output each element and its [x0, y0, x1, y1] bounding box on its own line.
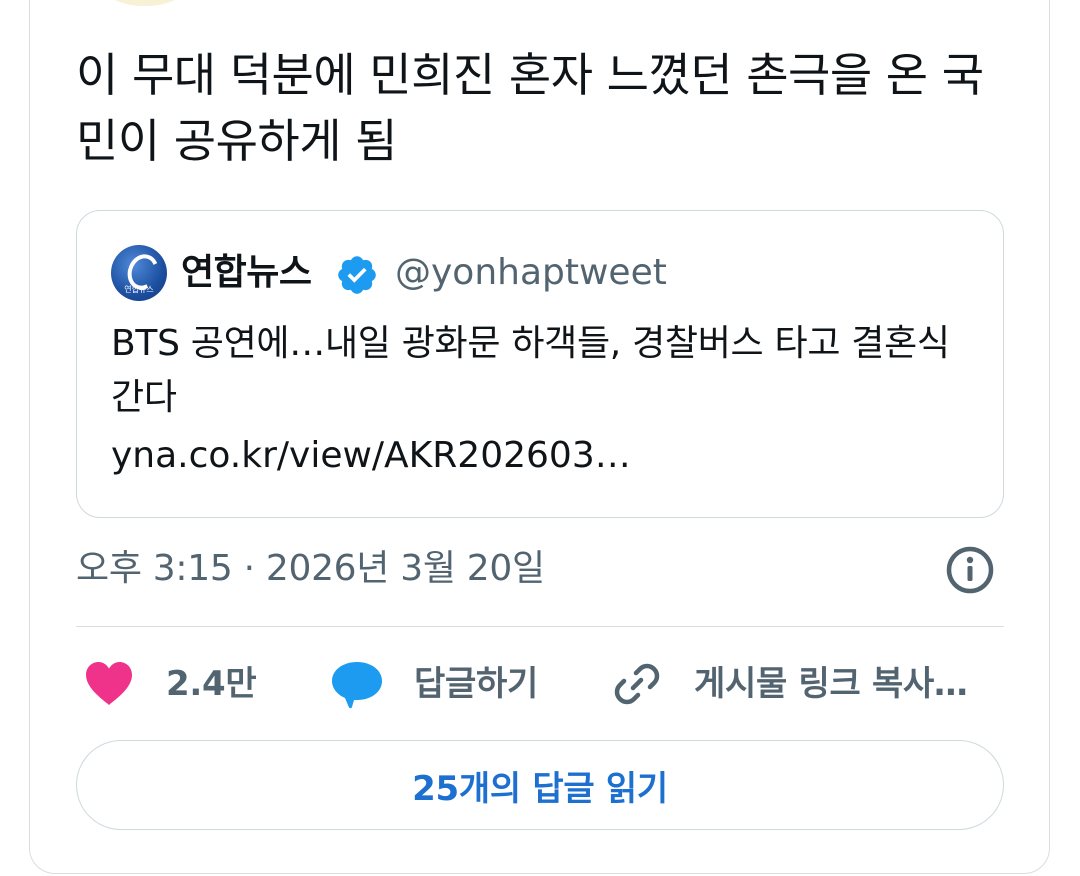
read-replies-label: 25개의 답글 읽기	[412, 768, 668, 809]
divider	[76, 626, 1004, 627]
copy-link-label: 게시물 링크 복사…	[694, 664, 968, 704]
verified-badge-icon	[338, 256, 376, 294]
logo-wordmark: 연합뉴스	[124, 285, 154, 294]
heart-icon	[86, 662, 132, 705]
copy-link-button[interactable]: 게시물 링크 복사…	[612, 656, 968, 712]
yonhap-logo-avatar: 연합뉴스	[111, 245, 167, 301]
quoted-tweet-text: BTS 공연에…내일 광화문 하객들, 경찰버스 타고 결혼식 간다	[111, 323, 950, 418]
quoted-tweet-link[interactable]: yna.co.kr/view/AKR202603…	[111, 429, 631, 483]
speech-bubble-icon	[332, 662, 382, 709]
read-replies-button[interactable]: 25개의 답글 읽기	[76, 740, 1004, 830]
reply-button[interactable]: 답글하기	[330, 656, 538, 712]
info-icon[interactable]	[944, 544, 996, 596]
quoted-tweet-card[interactable]: 연합뉴스 연합뉴스 @yonhaptweet BTS 공연에…내일 광화문 하객…	[76, 210, 1004, 518]
like-button[interactable]: 2.4만	[84, 656, 257, 712]
reply-label: 답글하기	[414, 664, 538, 704]
link-icon	[614, 663, 660, 705]
tweet-text: 이 무대 덕분에 민희진 혼자 느꼈던 촌극을 온 국민이 공유하게 됨	[76, 48, 984, 168]
tweet-timestamp[interactable]: 오후 3:15 · 2026년 3월 20일	[76, 544, 545, 594]
quoted-author-handle: @yonhaptweet	[395, 252, 667, 293]
quoted-author-name: 연합뉴스	[181, 252, 312, 293]
like-count: 2.4만	[166, 664, 257, 704]
